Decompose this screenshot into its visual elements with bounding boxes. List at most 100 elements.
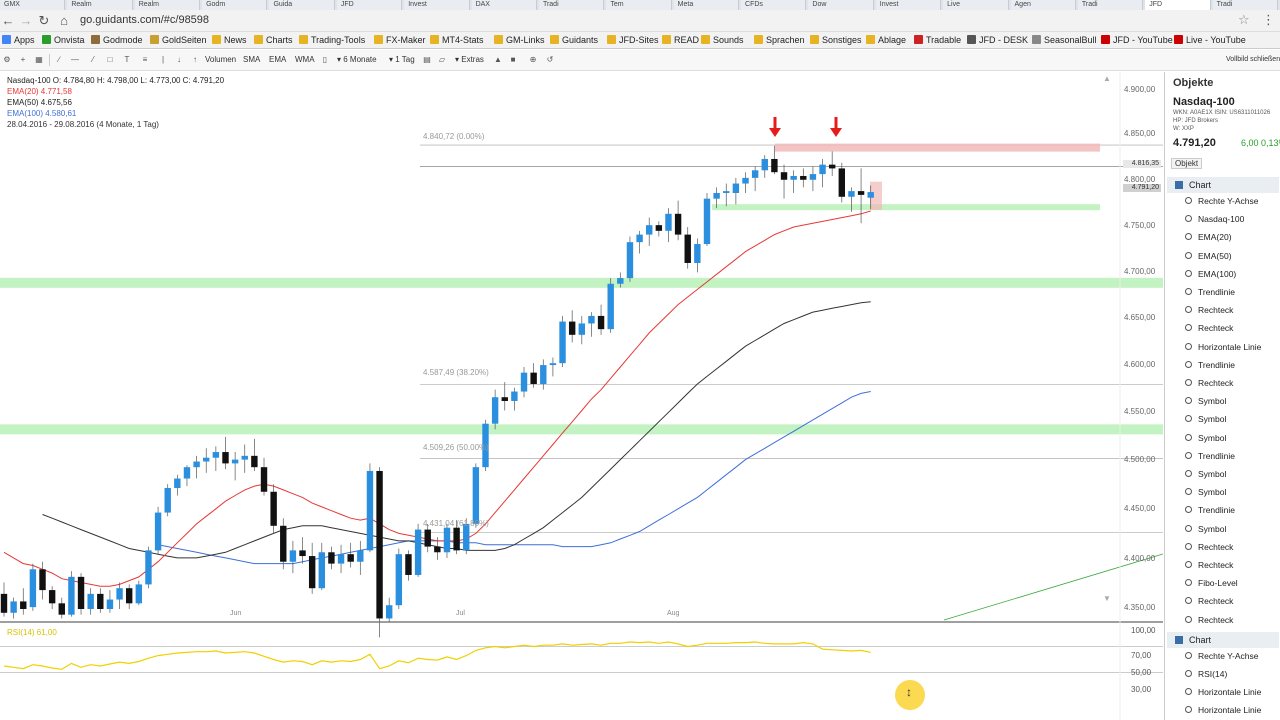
bookmark-item[interactable]: JFD-Sites [607,34,659,46]
visibility-dot-icon[interactable] [1185,397,1192,405]
alarm-icon[interactable]: ▲ [493,54,503,66]
browser-tab[interactable]: JFD [1145,0,1211,10]
object-item[interactable]: EMA(20) [1185,231,1232,243]
visibility-dot-icon[interactable] [1185,379,1192,386]
object-item[interactable]: EMA(50) [1185,250,1232,262]
browser-tab[interactable]: Agen [1010,0,1076,10]
ema-button[interactable]: EMA [269,54,286,66]
object-item[interactable]: Rechteck [1185,614,1233,626]
reload-icon[interactable]: ↻ [36,13,52,29]
object-item[interactable]: Trendlinie [1185,286,1235,298]
bookmark-item[interactable]: Sprachen [754,34,805,46]
object-item[interactable]: Symbol [1185,413,1226,425]
object-item[interactable]: EMA(100) [1185,268,1236,280]
objekt-tab[interactable]: Objekt [1171,158,1203,169]
lock-icon[interactable]: ■ [508,54,518,66]
browser-tab[interactable]: Realm [134,0,201,10]
horizontal-line-icon[interactable]: — [70,54,80,66]
object-item[interactable]: Nasdaq-100 [1185,213,1244,225]
bookmark-item[interactable]: Godmode [91,34,143,46]
object-item[interactable]: Trendlinie [1185,450,1235,462]
object-group-chart[interactable]: Chart [1167,177,1279,193]
url-field[interactable]: go.guidants.com/#c/98598 [80,13,209,28]
browser-tab[interactable]: DAX [471,0,537,10]
bookmark-item[interactable]: Ablage [866,34,906,46]
visibility-dot-icon[interactable] [1185,360,1192,368]
object-item[interactable]: Rechteck [1185,322,1233,334]
browser-tab[interactable]: Godm [202,0,268,10]
visibility-dot-icon[interactable] [1185,451,1192,459]
sma-button[interactable]: SMA [243,54,260,66]
bookmark-item[interactable]: Onvista [42,34,85,46]
crosshair-icon[interactable]: + [18,54,28,66]
visibility-dot-icon[interactable] [1185,342,1192,350]
scroll-down-icon[interactable]: ▼ [1103,594,1111,603]
visibility-dot-icon[interactable] [1185,615,1192,623]
text-tool-icon[interactable]: T [122,54,132,66]
browser-tab[interactable]: Realm [67,0,133,10]
visibility-dot-icon[interactable] [1185,197,1192,204]
browser-tab[interactable]: Dow [808,0,874,10]
browser-tab[interactable]: Tradi [1077,0,1144,10]
wma-button[interactable]: WMA [295,54,315,66]
visibility-dot-icon[interactable] [1185,651,1192,659]
visibility-dot-icon[interactable] [1185,488,1192,496]
browser-tab[interactable]: Live [943,0,1009,10]
visibility-dot-icon[interactable] [1185,597,1192,605]
visibility-dot-icon[interactable] [1185,288,1192,295]
object-item[interactable]: Rechte Y-Achse [1185,650,1258,662]
bookmark-item[interactable]: Trading-Tools [299,34,365,46]
instrument-name[interactable]: Nasdaq-100 [1173,96,1235,108]
visibility-dot-icon[interactable] [1185,233,1192,241]
volumen-button[interactable]: Volumen [205,54,236,66]
interval-select[interactable]: ▾ 1 Tag [389,54,415,66]
browser-tab[interactable]: JFD [336,0,403,10]
vertical-line-icon[interactable]: | [158,54,168,66]
bookmark-item[interactable]: FX-Maker [374,34,426,46]
rsi-legend[interactable]: RSI(14) 61,00 [7,628,57,637]
object-item[interactable]: Horizontale Linie [1185,704,1261,716]
visibility-dot-icon[interactable] [1185,470,1192,477]
legend-ema50[interactable]: EMA(50) 4.675,56 [7,98,72,108]
visibility-dot-icon[interactable] [1185,506,1192,514]
extras-menu[interactable]: ▾ Extras [455,54,484,66]
object-item[interactable]: Rechteck [1185,304,1233,316]
visibility-dot-icon[interactable] [1185,688,1192,696]
fibo-icon[interactable]: ≡ [140,54,150,66]
object-item[interactable]: Fibo-Level [1185,577,1238,589]
bookmark-star-icon[interactable]: ☆ [1238,12,1250,28]
object-item[interactable]: Symbol [1185,395,1226,407]
visibility-dot-icon[interactable] [1185,415,1192,423]
object-item[interactable]: Symbol [1185,523,1226,535]
chart-type-icon[interactable]: ▯ [320,54,330,66]
browser-tab[interactable]: Invest [875,0,942,10]
bookmark-item[interactable]: JFD - DESK [967,34,1028,46]
visibility-dot-icon[interactable] [1185,306,1192,314]
bookmark-item[interactable]: JFD - YouTube [1101,34,1173,46]
visibility-dot-icon[interactable] [1185,215,1192,223]
trendline-icon[interactable]: ∕ [54,54,64,66]
object-item[interactable]: Rechteck [1185,377,1233,389]
fullscreen-close-button[interactable]: Vollbild schließen [1226,54,1280,66]
visibility-dot-icon[interactable] [1185,561,1192,568]
visibility-dot-icon[interactable] [1185,269,1192,277]
browser-tab[interactable]: CFDs [741,0,807,10]
browser-tab[interactable]: Invest [404,0,470,10]
bookmark-item[interactable]: Apps [2,34,35,46]
browser-tab[interactable]: Guida [269,0,335,10]
bookmark-item[interactable]: READ [662,34,699,46]
scroll-up-icon[interactable]: ▲ [1103,74,1111,83]
browser-tab[interactable]: GMX [0,0,66,10]
browser-tab[interactable]: Tradi [1212,0,1278,10]
bookmark-item[interactable]: Tradable [914,34,961,46]
zoom-icon[interactable]: ⊕ [528,54,538,66]
visibility-dot-icon[interactable] [1185,579,1192,587]
home-icon[interactable]: ⌂ [56,13,72,29]
browser-menu-icon[interactable]: ⋮ [1262,12,1275,28]
object-item[interactable]: Rechteck [1185,541,1233,553]
visibility-dot-icon[interactable] [1185,524,1192,532]
period-select[interactable]: ▾ 6 Monate [337,54,377,66]
legend-ema100[interactable]: EMA(100) 4.580,61 [7,109,76,119]
compare-icon[interactable]: ▱ [437,54,447,66]
legend-ema20[interactable]: EMA(20) 4.771,58 [7,87,72,97]
